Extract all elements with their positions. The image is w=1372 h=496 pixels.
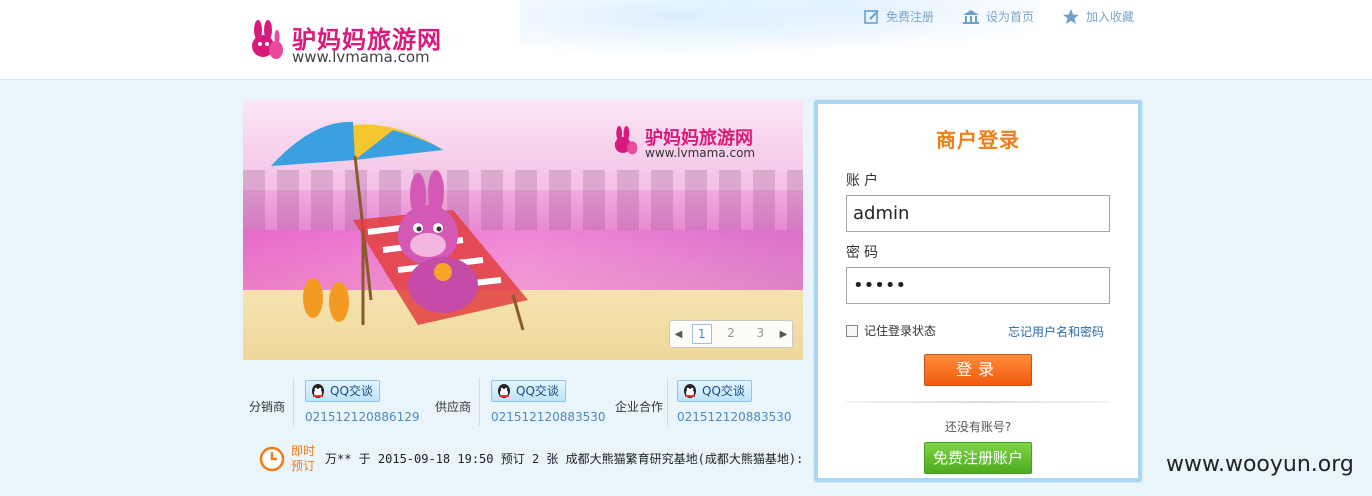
promo-banner[interactable]: 驴妈妈旅游网 www.lvmama.com ◀ 1 2 3 ▶ <box>243 100 803 360</box>
login-divider <box>846 401 1110 403</box>
qq-chat-button[interactable]: QQ交谈 <box>305 380 380 402</box>
add-favorite-label: 加入收藏 <box>1086 10 1135 24</box>
pager-page-3[interactable]: 3 <box>750 324 770 344</box>
login-title: 商户登录 <box>936 128 1020 152</box>
forgot-credentials-link[interactable]: 忘记用户名和密码 <box>1008 323 1104 340</box>
top-links: 免费注册 设为首页 加入收藏 <box>864 8 1134 25</box>
qq-chat-button[interactable]: QQ交谈 <box>677 380 752 402</box>
add-favorite-link[interactable]: 加入收藏 <box>1062 8 1134 25</box>
qq-chat-label: QQ交谈 <box>330 384 373 398</box>
account-label: 账户 <box>846 173 882 189</box>
set-homepage-link[interactable]: 设为首页 <box>962 8 1034 25</box>
pager-page-2[interactable]: 2 <box>721 324 741 344</box>
register-account-button[interactable]: 免费注册账户 <box>924 442 1032 474</box>
banner-logo: 驴妈妈旅游网 www.lvmama.com <box>609 124 779 164</box>
qq-penguin-icon <box>498 384 510 398</box>
next-arrow-icon[interactable]: ▶ <box>780 329 788 340</box>
banner-url: www.lvmama.com <box>645 146 756 160</box>
home-icon <box>963 9 980 24</box>
contact-role: 分销商 <box>249 400 286 414</box>
pager-page-1[interactable]: 1 <box>691 324 712 344</box>
ticker-message[interactable]: 万** 于 2015-09-18 19:50 预订 2 张 成都大熊猫繁育研究基… <box>325 450 803 467</box>
remember-checkbox[interactable] <box>846 324 858 337</box>
ticker-label: 即时 预订 <box>291 444 315 474</box>
bunny-logo-icon <box>614 126 638 155</box>
ticker-label-line1: 即时 <box>291 444 316 458</box>
qq-chat-label: QQ交谈 <box>516 384 559 398</box>
header: 驴妈妈旅游网 www.lvmama.com 免费注册 设为首页 加入收藏 <box>0 0 1372 80</box>
contact-supplier: 供应商 QQ交谈 021512120883530 <box>429 370 615 434</box>
banner-pager: ◀ 1 2 3 ▶ <box>669 320 793 348</box>
contact-phone: 021512120883530 <box>677 410 792 424</box>
booking-ticker: 即时 预订 万** 于 2015-09-18 19:50 预订 2 张 成都大熊… <box>243 438 803 482</box>
clock-icon <box>259 446 285 472</box>
watermark: www.wooyun.org <box>1166 452 1354 477</box>
qq-chat-label: QQ交谈 <box>702 384 745 398</box>
contact-divider <box>667 378 668 426</box>
contact-divider <box>479 378 480 426</box>
qq-penguin-icon <box>684 384 696 398</box>
ticker-label-line2: 预订 <box>291 459 316 473</box>
contact-phone: 021512120886129 <box>305 410 420 424</box>
contact-role: 企业合作 <box>615 400 664 414</box>
contact-divider <box>293 378 294 426</box>
remember-me[interactable]: 记住登录状态 <box>846 322 936 339</box>
prev-arrow-icon[interactable]: ◀ <box>675 329 683 340</box>
edit-icon <box>864 9 879 24</box>
password-label: 密码 <box>846 245 882 261</box>
bunny-logo-icon <box>252 20 283 59</box>
contact-strip: 分销商 QQ交谈 021512120886129 供应商 QQ交谈 021512… <box>243 370 803 434</box>
contact-distributor: 分销商 QQ交谈 021512120886129 <box>243 370 429 434</box>
qq-chat-button[interactable]: QQ交谈 <box>491 380 566 402</box>
password-input[interactable] <box>846 267 1110 304</box>
remember-label: 记住登录状态 <box>864 324 937 338</box>
account-input[interactable] <box>846 195 1110 232</box>
star-icon <box>1063 8 1080 24</box>
contact-business: 企业合作 QQ交谈 021512120883530 <box>615 370 803 434</box>
brand-url: www.lvmama.com <box>292 48 430 66</box>
no-account-text: 还没有账号? <box>944 420 1012 434</box>
login-button[interactable]: 登录 <box>924 354 1032 386</box>
qq-penguin-icon <box>312 384 324 398</box>
set-homepage-label: 设为首页 <box>986 10 1035 24</box>
contact-role: 供应商 <box>435 400 472 414</box>
site-logo[interactable]: 驴妈妈旅游网 www.lvmama.com <box>244 18 454 66</box>
register-link-label: 免费注册 <box>886 10 935 24</box>
contact-phone: 021512120883530 <box>491 410 606 424</box>
register-link[interactable]: 免费注册 <box>864 8 934 25</box>
merchant-login-panel: 商户登录 账户 密码 记住登录状态 忘记用户名和密码 登录 还没有账号? 免费注… <box>814 100 1142 482</box>
